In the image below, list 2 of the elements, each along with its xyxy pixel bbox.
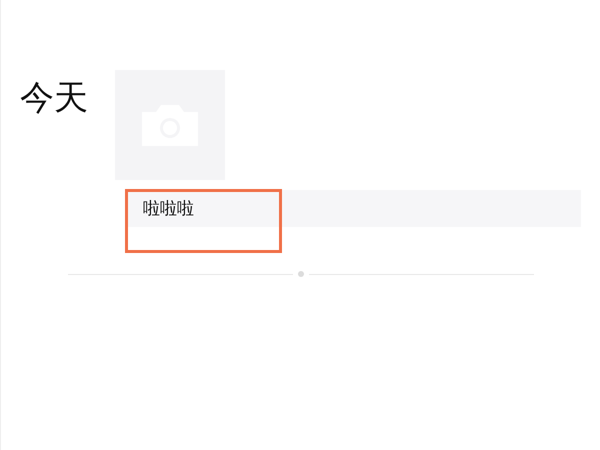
date-label: 今天 <box>20 78 89 118</box>
post-text: 啦啦啦 <box>143 198 194 218</box>
